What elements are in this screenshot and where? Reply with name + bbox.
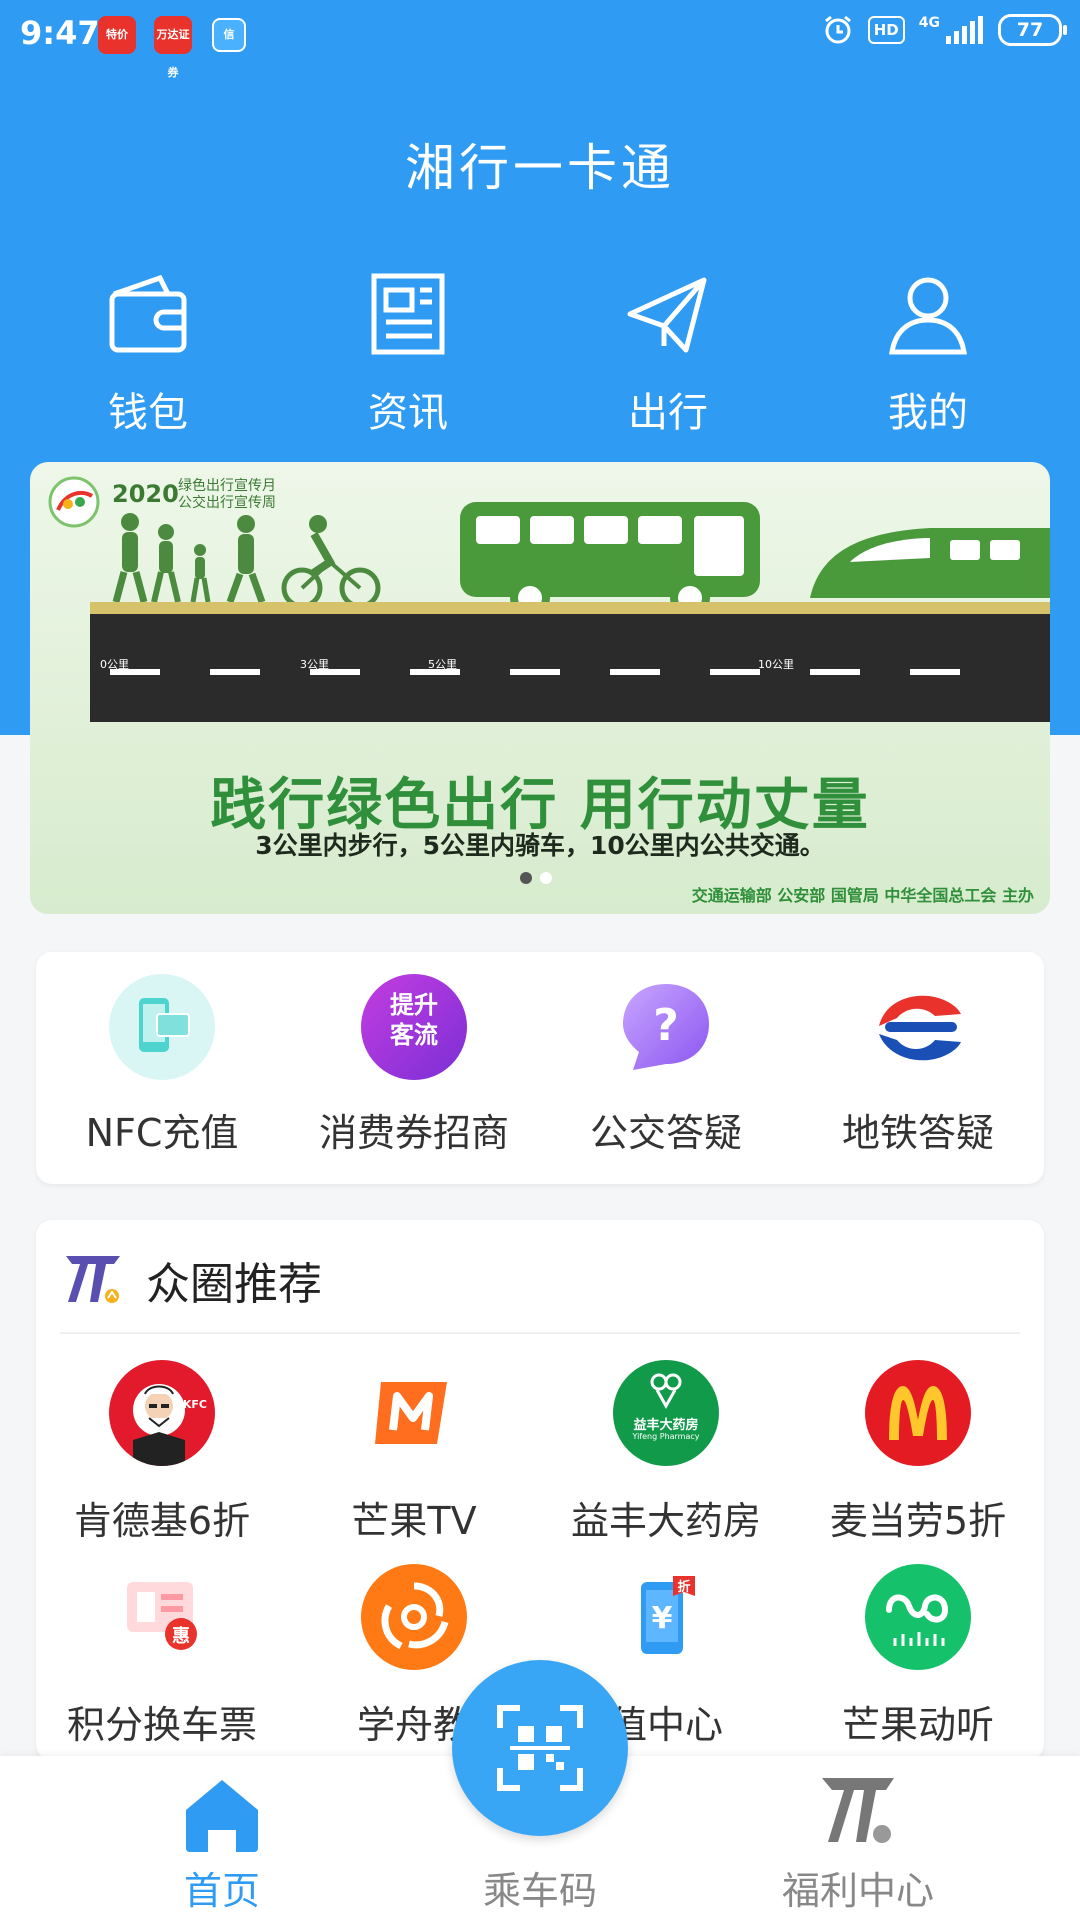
network-label: 4G	[918, 15, 940, 31]
user-icon	[889, 277, 967, 355]
wallet-icon	[109, 274, 187, 353]
tab-welfare-center[interactable]: 福利中心	[738, 1756, 978, 1920]
app-title: 湘行一卡通	[405, 139, 675, 197]
nav-mine-label: 我的	[888, 390, 968, 436]
recommend-label: 积分换车票	[66, 1703, 257, 1747]
mango-music-logo-icon	[865, 1564, 971, 1670]
boost-traffic-icon: 提升 客流	[361, 974, 467, 1080]
xuezhou-logo-icon	[361, 1564, 467, 1670]
top-nav: 钱包 资讯 出行 我的	[0, 270, 1080, 440]
boost-text-line1: 提升	[390, 991, 438, 1019]
notification-app-icon: 特价	[98, 16, 136, 54]
recommend-label: 芒果动听	[841, 1703, 994, 1747]
banner-subline: 3公里内步行，5公里内骑车，10公里内公共交通。	[255, 831, 825, 860]
hd-badge: HD	[867, 16, 905, 44]
qr-scan-icon	[497, 1705, 583, 1791]
service-label: NFC充值	[85, 1111, 239, 1155]
bus-illustration	[460, 502, 760, 618]
recommend-mcdonalds[interactable]: 麦当劳5折	[792, 1360, 1044, 1545]
tab-home[interactable]: 首页	[102, 1756, 342, 1920]
ticket-badge-text: 惠	[172, 1626, 190, 1647]
banner-dot-active[interactable]	[520, 872, 532, 884]
nfc-phone-icon	[109, 974, 215, 1080]
road-km-label: 5公里	[428, 658, 457, 671]
recommend-label: 肯德基6折	[73, 1499, 251, 1543]
recommend-label: 麦当劳5折	[829, 1499, 1007, 1543]
signal-icon	[946, 16, 983, 44]
tab-welfare-label: 福利中心	[781, 1869, 934, 1913]
status-indicators: HD 4G 77	[822, 14, 1067, 46]
nav-travel[interactable]: 出行	[568, 270, 768, 438]
notification-app-icon: 信	[212, 18, 246, 52]
promo-banner[interactable]: 2020 绿色出行宣传月 公交出行宣传周 0公里 3公里 5公里 10公里 践行…	[30, 462, 1050, 914]
yifeng-logo-text: 益丰大药房	[633, 1418, 699, 1433]
notification-app-icon: 万达证券	[154, 16, 192, 79]
nav-news-label: 资讯	[368, 390, 448, 436]
tab-ride-code-label: 乘车码	[482, 1869, 597, 1913]
cyclist-illustration	[281, 515, 381, 609]
recommend-title: 众圈推荐	[146, 1259, 322, 1310]
recommend-divider	[60, 1332, 1020, 1334]
nav-mine[interactable]: 我的	[828, 270, 1028, 438]
battery-indicator: 77	[998, 14, 1067, 46]
service-bus-faq[interactable]: ? 公交答疑	[540, 974, 792, 1157]
nav-wallet-label: 钱包	[108, 390, 188, 436]
nav-travel-label: 出行	[628, 390, 708, 436]
ride-code-scan-button[interactable]	[452, 1660, 628, 1836]
recommend-points-ticket[interactable]: 惠 积分换车票	[36, 1564, 288, 1749]
recommend-label: 益丰大药房	[570, 1499, 761, 1543]
nav-wallet[interactable]: 钱包	[48, 270, 248, 438]
metro-logo-icon	[865, 974, 971, 1080]
service-label: 消费券招商	[318, 1111, 509, 1155]
banner-sponsor: 交通运输部 公安部 国管局 中华全国总工会 主办	[691, 886, 1034, 905]
tab-home-label: 首页	[183, 1869, 260, 1913]
banner-campaign-line1: 绿色出行宣传月	[178, 478, 276, 494]
service-nfc-recharge[interactable]: NFC充值	[36, 974, 288, 1157]
service-metro-faq[interactable]: 地铁答疑	[792, 974, 1044, 1157]
kfc-logo-icon: KFC	[109, 1360, 215, 1466]
welfare-logo-icon	[822, 1778, 894, 1843]
status-bar: 9:47 特价 万达证券 信 HD 4G 77	[0, 0, 1080, 79]
recommend-mango-music[interactable]: 芒果动听	[792, 1564, 1044, 1749]
service-voucher-merchants[interactable]: 提升 客流 消费券招商	[288, 974, 540, 1157]
recommend-yifeng-pharmacy[interactable]: 益丰大药房 Yifeng Pharmacy 益丰大药房	[540, 1360, 792, 1545]
nav-news[interactable]: 资讯	[308, 270, 508, 438]
quick-services-card: NFC充值 提升 客流 消费券招商 ? 公交答疑 地铁答疑	[36, 952, 1044, 1184]
mcdonalds-logo-icon	[865, 1360, 971, 1466]
banner-pagination	[520, 872, 552, 884]
alarm-icon	[824, 15, 851, 44]
news-icon	[371, 273, 445, 355]
home-icon	[186, 1780, 258, 1852]
road-km-label: 10公里	[758, 658, 794, 671]
svg-text:?: ?	[653, 1000, 679, 1051]
recommend-kfc[interactable]: KFC 肯德基6折	[36, 1360, 288, 1545]
train-illustration	[810, 528, 1050, 598]
walkers-illustration	[112, 513, 266, 604]
road-km-label: 3公里	[300, 658, 329, 671]
banner-dot[interactable]	[540, 872, 552, 884]
yifeng-pharmacy-logo-icon: 益丰大药房 Yifeng Pharmacy	[613, 1360, 719, 1466]
road-km-label: 0公里	[100, 658, 129, 671]
discount-badge-text: 折	[677, 1580, 691, 1595]
svg-text:¥: ¥	[652, 1601, 673, 1636]
boost-text-line2: 客流	[390, 1021, 438, 1049]
green-travel-illustration	[90, 502, 1050, 722]
status-time: 9:47	[20, 14, 100, 52]
ticket-exchange-icon: 惠	[109, 1564, 215, 1670]
kfc-logo-text: KFC	[182, 1398, 207, 1411]
mango-tv-logo-icon	[361, 1360, 467, 1466]
service-label: 公交答疑	[589, 1111, 742, 1155]
zhongquan-logo-icon	[66, 1256, 120, 1303]
yifeng-logo-subtext: Yifeng Pharmacy	[632, 1432, 700, 1441]
road-illustration	[90, 602, 1050, 722]
recommend-label: 芒果TV	[351, 1499, 477, 1543]
service-label: 地铁答疑	[841, 1111, 994, 1155]
paper-plane-icon	[627, 277, 707, 353]
question-bubble-icon: ?	[613, 974, 719, 1080]
recommend-mango-tv[interactable]: 芒果TV	[288, 1360, 540, 1545]
recharge-phone-icon: ¥ 折	[613, 1564, 719, 1670]
